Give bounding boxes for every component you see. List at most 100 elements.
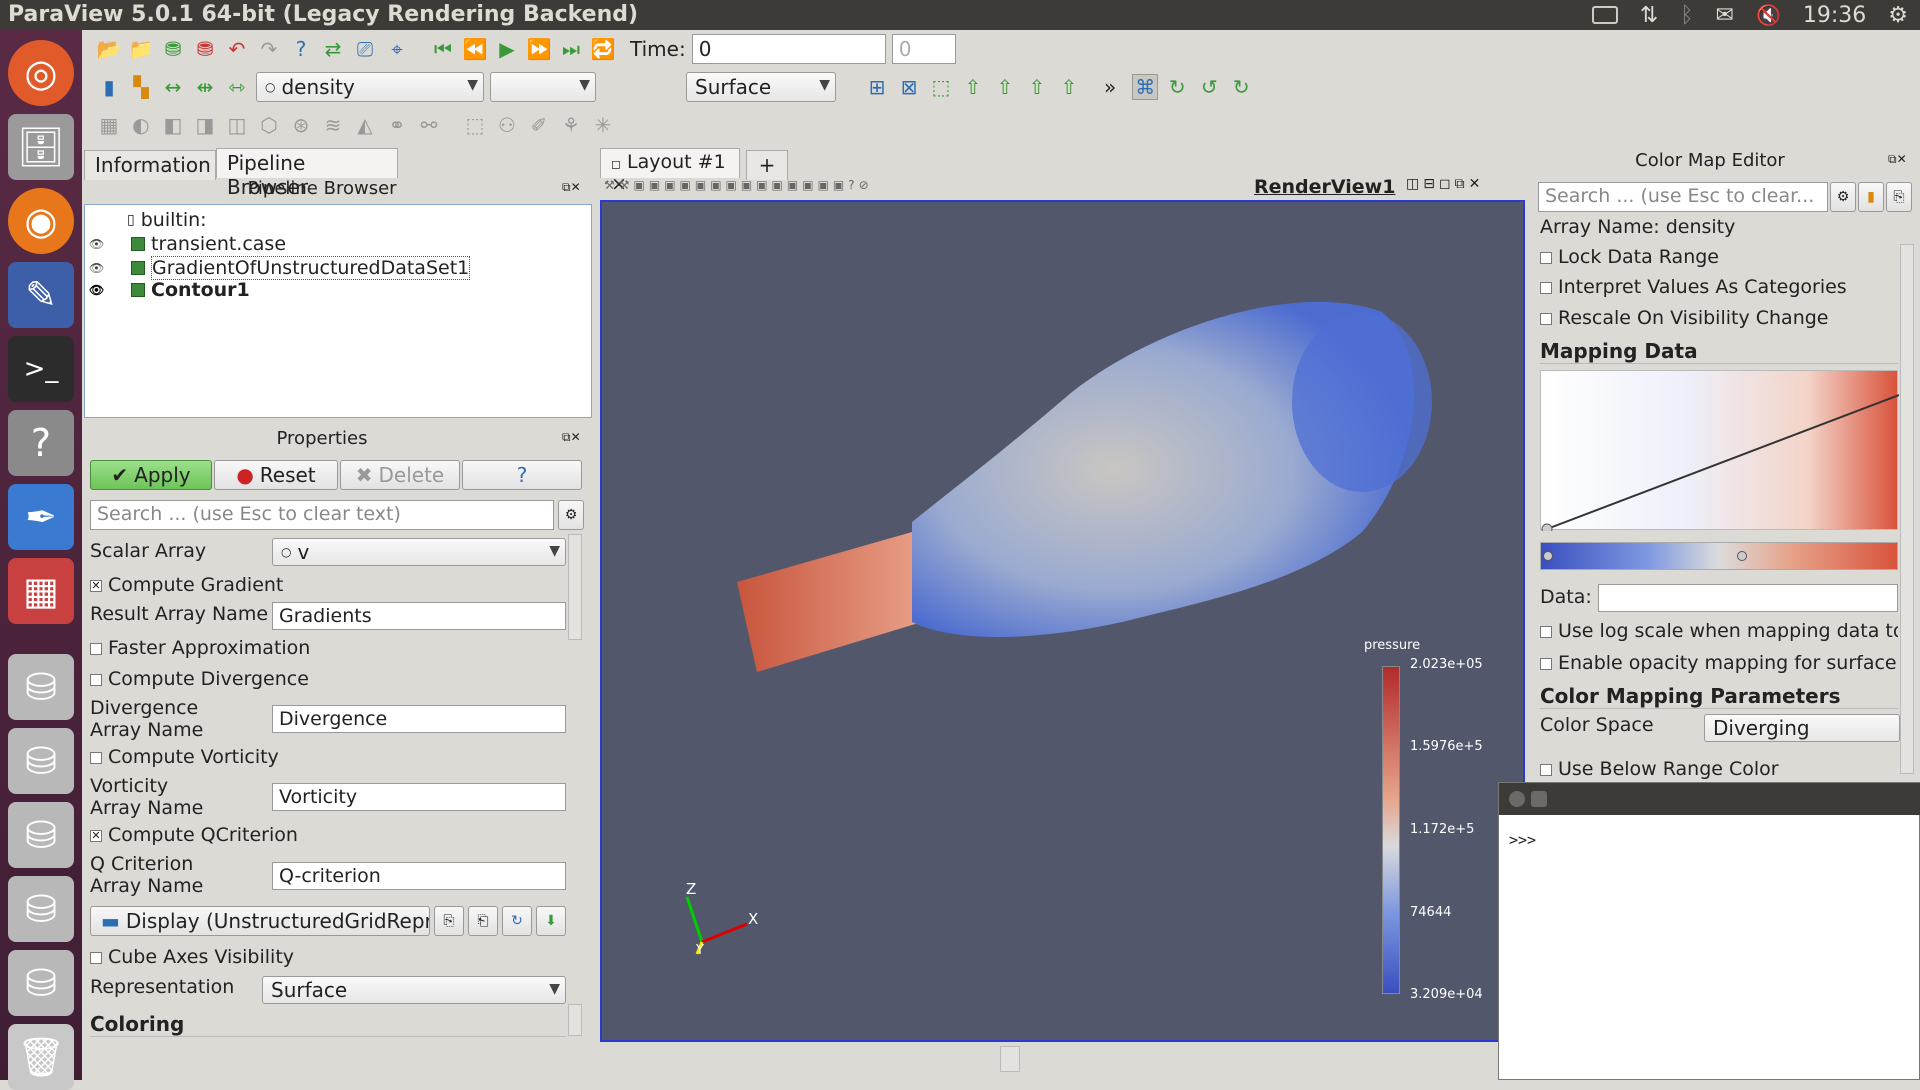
properties-scrollbar-bottom[interactable]	[568, 1004, 582, 1036]
view-toolbar[interactable]: ⚒⚒▣▣▣▣▣▣▣▣▣▣▣▣▣▣?⊘	[604, 178, 873, 192]
reset-camera-icon[interactable]: ⊞	[864, 74, 890, 100]
compute-vorticity-checkbox[interactable]: Compute Vorticity	[90, 746, 279, 768]
tab-pipeline-browser[interactable]: Pipeline Browser	[216, 148, 398, 199]
interpret-categories-checkbox[interactable]: Interpret Values As Categories	[1540, 276, 1847, 298]
stream-tracer-icon[interactable]: ≋	[320, 112, 346, 138]
divergence-array-input[interactable]: Divergence	[272, 705, 566, 733]
properties-scrollbar[interactable]	[568, 534, 582, 640]
clip-icon[interactable]: ◧	[160, 112, 186, 138]
pipeline-item-source[interactable]: 👁 transient.case	[89, 233, 286, 255]
lock-range-checkbox[interactable]: Lock Data Range	[1540, 246, 1719, 268]
rotate-icon[interactable]: ↻	[1164, 74, 1190, 100]
data-input[interactable]	[1598, 584, 1898, 612]
editor-icon[interactable]: ✎	[8, 262, 74, 328]
color-legend-icon[interactable]: ▮	[96, 74, 122, 100]
drive-icon[interactable]: ⛁	[8, 802, 74, 868]
delete-button[interactable]: ✖ Delete	[340, 460, 460, 490]
color-control-point[interactable]	[1543, 551, 1553, 561]
compute-gradient-checkbox[interactable]: ✕ Compute Gradient	[90, 574, 283, 596]
plot-icon[interactable]: ✐	[526, 112, 552, 138]
apply-button[interactable]: ✔ Apply	[90, 460, 212, 490]
drive-icon[interactable]: ⛁	[8, 876, 74, 942]
add-layout-tab[interactable]: +	[746, 150, 788, 180]
play-icon[interactable]: ▶	[494, 36, 520, 62]
view-minus-y-icon[interactable]: ⇧	[1056, 74, 1082, 100]
view-split-controls[interactable]: ◫⊟◻⧉✕	[1406, 176, 1484, 192]
warp-icon[interactable]: ◭	[352, 112, 378, 138]
color-transfer-function[interactable]	[1540, 542, 1898, 570]
writer-icon[interactable]: ✒	[8, 484, 74, 550]
rotate-cw-icon[interactable]: ↻	[1228, 74, 1254, 100]
rescale-visibility-checkbox[interactable]: Rescale On Visibility Change	[1540, 307, 1828, 329]
group-icon[interactable]: ⚭	[384, 112, 410, 138]
component-select[interactable]: ▼	[490, 72, 596, 102]
extract-subset-icon[interactable]: ⬡	[256, 112, 282, 138]
view-plus-x-icon[interactable]: ⇧	[960, 74, 986, 100]
tab-information[interactable]: Information	[84, 150, 216, 180]
maximize-window-icon[interactable]	[1531, 791, 1547, 807]
extract-level-icon[interactable]: ⚯	[416, 112, 442, 138]
vorticity-array-input[interactable]: Vorticity	[272, 783, 566, 811]
rescale-range-icon[interactable]: ↔	[160, 74, 186, 100]
files-icon[interactable]: 🗄	[8, 114, 74, 180]
first-frame-icon[interactable]: ⏮	[430, 36, 456, 62]
clock[interactable]: 19:36	[1803, 3, 1866, 28]
bluetooth-icon[interactable]: ᛒ	[1680, 3, 1693, 28]
colormap-save-icon[interactable]: ⎘	[1886, 182, 1912, 212]
q-criterion-array-input[interactable]: Q-criterion	[272, 862, 566, 890]
view-minus-x-icon[interactable]: ⇧	[992, 74, 1018, 100]
drive-icon[interactable]: ⛁	[8, 950, 74, 1016]
colormap-scrollbar[interactable]	[1900, 244, 1914, 774]
panel-float-close-icons[interactable]: ⧉✕	[562, 430, 581, 445]
compute-divergence-checkbox[interactable]: Compute Divergence	[90, 668, 309, 690]
compute-qcriterion-checkbox[interactable]: ✕ Compute QCriterion	[90, 824, 298, 846]
restore-icon[interactable]: ↻	[502, 906, 532, 936]
open-recent-icon[interactable]: 📁	[128, 36, 154, 62]
colormap-presets-icon[interactable]: ▮	[1858, 182, 1884, 212]
pipeline-item-builtin[interactable]: ▯ builtin:	[127, 209, 207, 231]
ubuntu-logo-icon[interactable]: ◎	[8, 40, 74, 106]
panel-float-close-icons[interactable]: ⧉✕	[562, 180, 581, 195]
glyph-icon[interactable]: ⊛	[288, 112, 314, 138]
rescale-temporal-icon[interactable]: ⇿	[224, 74, 250, 100]
time-index-spinbox[interactable]: 0	[891, 34, 956, 64]
previous-frame-icon[interactable]: ⏪	[462, 36, 488, 62]
toolbar-overflow[interactable]: »	[1104, 75, 1116, 99]
threshold-icon[interactable]: ◫	[224, 112, 250, 138]
opacity-transfer-function[interactable]	[1540, 370, 1900, 535]
selection-icon[interactable]: ⚇	[494, 112, 520, 138]
network-icon[interactable]: ⇅	[1640, 3, 1658, 28]
colormap-search-input[interactable]: Search ... (use Esc to clear...	[1538, 182, 1828, 212]
last-frame-icon[interactable]: ⏭	[558, 36, 584, 62]
contour-icon[interactable]: ◐	[128, 112, 154, 138]
settings-gear-icon[interactable]: ⚙	[1888, 3, 1908, 28]
plot-over-line-icon[interactable]: ⚘	[558, 112, 584, 138]
python-prompt[interactable]: >>>	[1509, 831, 1536, 849]
eye-icon[interactable]: 👁	[89, 237, 104, 251]
representation-property-select[interactable]: Surface ▼	[262, 976, 566, 1004]
extract-selection-icon[interactable]: ⬚	[462, 112, 488, 138]
log-scale-checkbox[interactable]: Use log scale when mapping data to	[1540, 620, 1898, 642]
opacity-mapping-checkbox[interactable]: Enable opacity mapping for surface	[1540, 652, 1898, 674]
redo-icon[interactable]: ↷	[256, 36, 282, 62]
zoom-to-data-icon[interactable]: ⊠	[896, 74, 922, 100]
help-button[interactable]: ?	[462, 460, 582, 490]
slice-icon[interactable]: ◨	[192, 112, 218, 138]
save-data-icon[interactable]: ⛃	[160, 36, 186, 62]
color-array-select[interactable]: ○ density ▼	[256, 72, 484, 102]
star-icon[interactable]: ✳	[590, 112, 616, 138]
color-space-select[interactable]: Diverging	[1704, 714, 1900, 742]
help-icon[interactable]: ?	[288, 36, 314, 62]
save-default-icon[interactable]: ⬇	[536, 906, 566, 936]
properties-search-input[interactable]: Search ... (use Esc to clear text)	[90, 500, 554, 530]
terminal-icon[interactable]: >_	[8, 336, 74, 402]
rotate-ccw-icon[interactable]: ↺	[1196, 74, 1222, 100]
interaction-mode-icon[interactable]: ⌘	[1132, 74, 1159, 100]
paraview-icon[interactable]: ▦	[8, 558, 74, 624]
close-window-icon[interactable]	[1509, 791, 1525, 807]
edit-colormap-icon[interactable]: ▚	[128, 74, 154, 100]
copy-icon[interactable]: ⎘	[434, 906, 464, 936]
firefox-icon[interactable]: ◉	[8, 188, 74, 254]
color-control-point[interactable]	[1737, 551, 1747, 561]
zoom-box-icon[interactable]: ⬚	[928, 74, 954, 100]
